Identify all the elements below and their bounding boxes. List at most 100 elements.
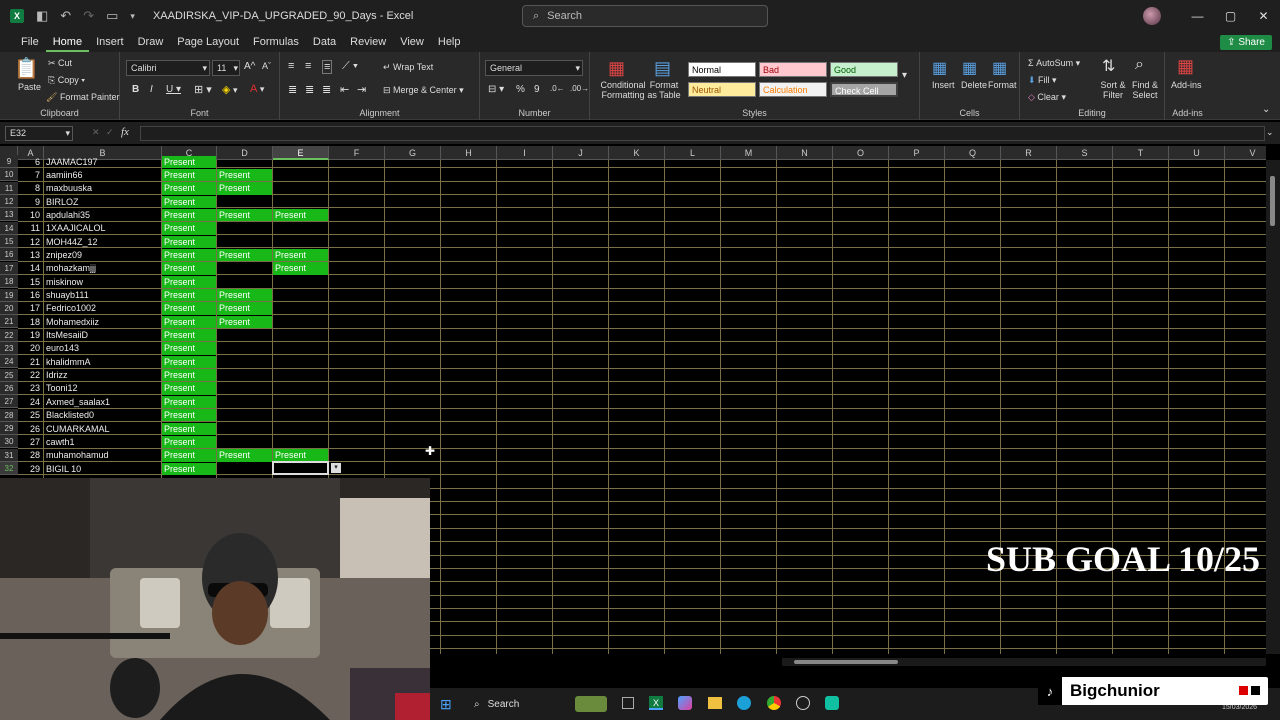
cell-c[interactable]: Present <box>162 395 216 409</box>
format-as-table-icon[interactable]: ▤ <box>654 58 671 79</box>
row-header[interactable]: 12 <box>0 195 18 209</box>
increase-indent-icon[interactable]: ⇥ <box>357 83 366 96</box>
fill-color-icon[interactable]: ◈ ▾ <box>222 83 238 96</box>
cell-a[interactable]: 16 <box>18 289 43 301</box>
decrease-decimal-icon[interactable]: .00→ <box>570 84 589 93</box>
row-header[interactable]: 27 <box>0 395 18 409</box>
font-color-icon[interactable]: A ▾ <box>250 83 264 95</box>
cell-e[interactable]: Present <box>273 248 328 262</box>
cell-e[interactable] <box>273 276 328 288</box>
cell-a[interactable]: 23 <box>18 382 43 394</box>
cell-e[interactable] <box>273 342 328 354</box>
search-input[interactable]: ⌕ Search <box>522 5 768 27</box>
cell-e[interactable] <box>273 316 328 328</box>
insert-cells-button[interactable]: Insert <box>932 80 955 90</box>
cell-e[interactable]: Present <box>273 449 328 462</box>
cell-b[interactable]: znipez09 <box>44 249 161 261</box>
cell-b[interactable]: cawth1 <box>44 436 161 448</box>
cell-d[interactable]: Present <box>217 248 272 262</box>
cell-e[interactable] <box>273 356 328 368</box>
cell-b[interactable]: mohazkamjjj <box>44 262 161 274</box>
cell-a[interactable]: 7 <box>18 169 43 181</box>
selected-cell[interactable] <box>272 461 329 476</box>
align-center-icon[interactable]: ≣ <box>305 83 314 96</box>
cell-d[interactable] <box>217 236 272 248</box>
column-header-m[interactable]: M <box>721 146 777 160</box>
tab-formulas[interactable]: Formulas <box>246 32 306 52</box>
collapse-ribbon-icon[interactable]: ⌄ <box>1262 104 1270 115</box>
column-header-t[interactable]: T <box>1113 146 1169 160</box>
cell-b[interactable]: aamiin66 <box>44 169 161 181</box>
font-name-dropdown[interactable]: Calibri ▾ <box>126 60 210 76</box>
cell-e[interactable]: Present <box>273 208 328 222</box>
app-icon[interactable] <box>796 696 810 710</box>
tab-insert[interactable]: Insert <box>89 32 131 52</box>
cut-button[interactable]: ✂ Cut <box>48 58 72 69</box>
redo-icon[interactable]: ↷ <box>83 8 94 24</box>
function-icon[interactable]: fx <box>121 126 129 138</box>
number-format-dropdown[interactable]: General ▾ <box>485 60 583 76</box>
cell-a[interactable]: 14 <box>18 262 43 274</box>
cell-a[interactable]: 28 <box>18 449 43 461</box>
column-header-n[interactable]: N <box>777 146 833 160</box>
fill-button[interactable]: ⬇ Fill ▾ <box>1028 75 1057 86</box>
column-header-j[interactable]: J <box>553 146 609 160</box>
row-header[interactable]: 13 <box>0 208 18 222</box>
row-header[interactable]: 24 <box>0 355 18 369</box>
cell-c[interactable]: Present <box>162 315 216 329</box>
dropdown-arrow-icon[interactable]: ▾ <box>331 463 341 474</box>
cell-c[interactable]: Present <box>162 355 216 369</box>
column-header-h[interactable]: H <box>441 146 497 160</box>
cell-b[interactable]: muhamohamud <box>44 449 161 461</box>
tab-home[interactable]: Home <box>45 32 90 52</box>
column-header-u[interactable]: U <box>1169 146 1225 160</box>
task-view-icon[interactable] <box>622 697 634 709</box>
row-header[interactable]: 18 <box>0 275 18 289</box>
cell-a[interactable]: 29 <box>18 463 43 475</box>
row-header[interactable]: 10 <box>0 168 18 182</box>
cell-b[interactable]: JAAMAC197 <box>44 156 161 168</box>
cell-e[interactable] <box>273 382 328 394</box>
row-header[interactable]: 32 <box>0 462 18 476</box>
style-normal[interactable]: Normal <box>688 62 756 77</box>
italic-icon[interactable]: I <box>150 84 153 95</box>
enter-icon[interactable]: ✓ <box>106 127 114 138</box>
cell-a[interactable]: 26 <box>18 423 43 435</box>
column-header-g[interactable]: G <box>385 146 441 160</box>
autosum-button[interactable]: Σ AutoSum ▾ <box>1028 58 1080 69</box>
cell-d[interactable]: Present <box>217 182 272 195</box>
format-cells-button[interactable]: Format <box>988 80 1017 90</box>
cell-d[interactable] <box>217 222 272 234</box>
cell-e[interactable] <box>273 329 328 341</box>
cell-a[interactable]: 13 <box>18 249 43 261</box>
cell-c[interactable]: Present <box>162 449 216 462</box>
chrome-icon[interactable] <box>767 696 781 710</box>
row-header[interactable]: 28 <box>0 408 18 422</box>
paste-icon[interactable]: 📋 <box>14 56 39 81</box>
cell-d[interactable] <box>217 382 272 394</box>
cell-e[interactable] <box>273 302 328 314</box>
addins-button[interactable]: Add-ins <box>1171 80 1202 90</box>
cell-d[interactable] <box>217 276 272 288</box>
open-file-icon[interactable]: ▭ <box>106 8 118 24</box>
style-check-cell[interactable]: Check Cell <box>830 82 898 97</box>
font-size-dropdown[interactable]: 11 ▾ <box>212 60 240 76</box>
column-header-v[interactable]: V <box>1225 146 1266 160</box>
cell-c[interactable]: Present <box>162 382 216 395</box>
paste-button[interactable]: Paste <box>18 82 41 92</box>
row-header[interactable]: 16 <box>0 248 18 262</box>
cell-b[interactable]: 1XAAJICALOL <box>44 222 161 234</box>
format-cells-icon[interactable]: ▦ <box>992 58 1007 78</box>
cell-d[interactable] <box>217 262 272 274</box>
clear-button[interactable]: ◇ Clear ▾ <box>1028 92 1066 103</box>
cell-e[interactable] <box>273 396 328 408</box>
cell-e[interactable] <box>273 169 328 181</box>
cell-b[interactable]: Fedrico1002 <box>44 302 161 314</box>
cell-e[interactable] <box>273 289 328 301</box>
row-header[interactable]: 22 <box>0 328 18 342</box>
cell-b[interactable]: apdulahi35 <box>44 209 161 221</box>
row-header[interactable]: 9 <box>0 155 18 168</box>
cell-e[interactable] <box>273 222 328 234</box>
decrease-indent-icon[interactable]: ⇤ <box>340 83 349 96</box>
cell-d[interactable] <box>217 409 272 421</box>
